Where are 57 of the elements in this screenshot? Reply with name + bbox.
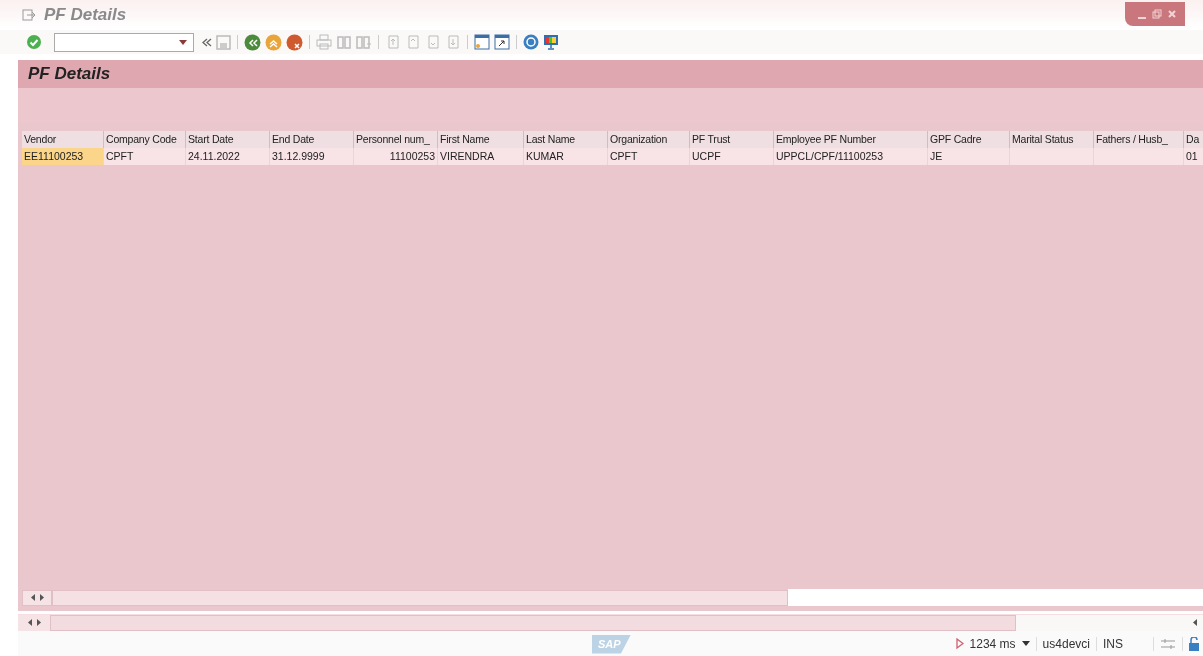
chevrons-icon[interactable] (202, 37, 212, 47)
monitor-icon[interactable] (543, 34, 559, 50)
maximize-icon[interactable] (1151, 8, 1163, 20)
dropdown-caret-icon[interactable] (179, 39, 187, 45)
confirm-icon[interactable] (26, 34, 42, 50)
table-cell: CPFT (104, 148, 186, 165)
server-name: us4devci (1042, 635, 1090, 653)
left-arrow-icon[interactable] (1193, 619, 1197, 626)
sap-logo: SAP (592, 635, 631, 654)
right-arrow-icon[interactable] (36, 619, 41, 626)
help-icon[interactable] (523, 34, 539, 50)
scroll-buttons[interactable] (22, 589, 52, 606)
panel-title: PF Details (28, 63, 111, 86)
shortcut-icon[interactable] (494, 34, 510, 50)
layout-icon[interactable] (1160, 637, 1176, 650)
table-cell: JE (928, 148, 1010, 165)
left-arrow-icon[interactable] (30, 594, 35, 601)
table-cell: 11100253 (354, 148, 438, 165)
column-header[interactable]: GPF Cadre (928, 131, 1010, 148)
column-header[interactable]: End Date (270, 131, 354, 148)
window-title: PF Details (44, 4, 127, 27)
column-header[interactable]: Fathers / Husb_ (1094, 131, 1184, 148)
lock-icon[interactable] (1189, 636, 1199, 651)
back-icon[interactable] (244, 33, 261, 51)
column-header[interactable]: Organization (608, 131, 690, 148)
column-header[interactable]: Vendor (22, 131, 104, 148)
column-header[interactable]: Da (1184, 131, 1203, 148)
dropdown-caret-icon[interactable] (1021, 641, 1030, 646)
table-cell: VIRENDRA (438, 148, 524, 165)
cancel-icon[interactable] (286, 33, 303, 51)
table-cell: CPFT (608, 148, 690, 165)
expand-status-icon[interactable] (955, 638, 964, 649)
scroll-buttons[interactable] (18, 614, 50, 631)
response-time: 1234 ms (969, 635, 1016, 653)
up-icon[interactable] (265, 33, 282, 51)
left-arrow-icon[interactable] (27, 619, 32, 626)
column-header[interactable]: Last Name (524, 131, 608, 148)
column-header[interactable]: Personnel num_ (354, 131, 438, 148)
table-cell: 31.12.9999 (270, 148, 354, 165)
column-header[interactable]: PF Trust (690, 131, 774, 148)
table-cell: KUMAR (524, 148, 608, 165)
table-cell: 24.11.2022 (186, 148, 270, 165)
column-header[interactable]: Marital Status (1010, 131, 1094, 148)
command-field[interactable] (54, 32, 194, 52)
right-arrow-icon[interactable] (39, 594, 44, 601)
table-cell: EE11100253 (22, 148, 104, 165)
table-cell: 01 (1184, 148, 1203, 165)
table-cell: UCPF (690, 148, 774, 165)
column-header[interactable]: Employee PF Number (774, 131, 928, 148)
new-window-icon[interactable] (474, 34, 490, 50)
column-header[interactable]: Start Date (186, 131, 270, 148)
exit-icon[interactable] (22, 9, 36, 21)
table-cell: UPPCL/CPF/11100253 (774, 148, 928, 165)
column-header[interactable]: First Name (438, 131, 524, 148)
close-icon[interactable] (1166, 8, 1178, 20)
column-header[interactable]: Company Code (104, 131, 186, 148)
input-mode: INS (1103, 635, 1123, 653)
